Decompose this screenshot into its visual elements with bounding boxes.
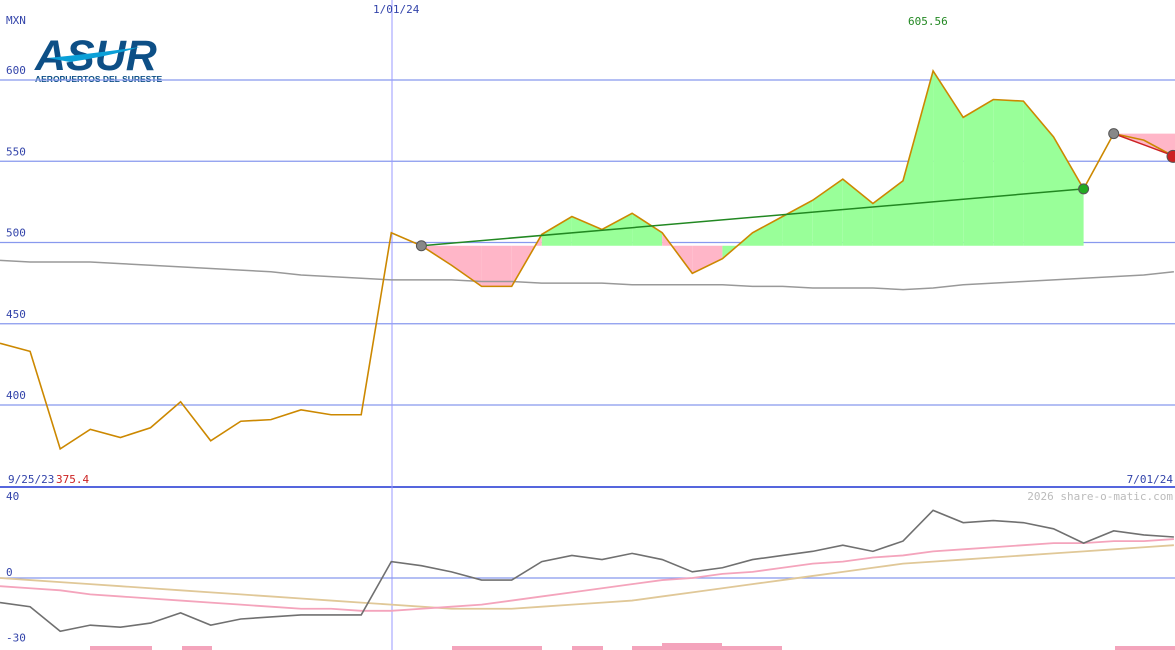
fill-segment-31 <box>933 70 964 246</box>
segment-start-marker <box>1108 128 1120 140</box>
y-tick-label-500: 500 <box>6 227 26 240</box>
signal-fast-line <box>0 538 1174 612</box>
y-tick-label-600: 600 <box>6 64 26 77</box>
osc-bar-7 <box>1115 646 1175 650</box>
y-tick-label-450: 450 <box>6 308 26 321</box>
date-label-start: 9/25/23 <box>8 473 54 486</box>
osc-bar-2 <box>452 646 542 650</box>
fill-segment-29 <box>872 180 903 246</box>
moving-average-line <box>0 259 1174 291</box>
segment-end-marker <box>1166 149 1175 163</box>
fill-segment-32 <box>963 99 994 246</box>
osc-tick-label-0: 0 <box>6 566 13 579</box>
osc-bar-tall <box>662 643 722 650</box>
y-tick-label-400: 400 <box>6 389 26 402</box>
fill-segment-30 <box>903 70 934 246</box>
osc-bar-4 <box>632 646 662 650</box>
fill-segment-26 <box>782 200 813 246</box>
trend-start-marker <box>415 240 427 252</box>
stock-chart: ASUR AEROPUERTOS DEL SURESTE MXN 1/01/24… <box>0 0 1175 650</box>
osc-tick-label--30: -30 <box>6 632 26 645</box>
trend-end-marker <box>1078 183 1090 195</box>
date-label-end: 7/01/24 <box>1127 473 1174 486</box>
high-value-label: 605.56 <box>908 15 948 28</box>
fill-segment-23 <box>692 245 723 274</box>
osc-bar-0 <box>90 646 152 650</box>
fill-segment-34 <box>1023 101 1054 246</box>
currency-label: MXN <box>6 14 26 27</box>
momentum-line <box>0 509 1174 633</box>
copyright-label: 2026 share-o-matic.com <box>1027 490 1173 503</box>
signal-slow-line <box>0 544 1174 610</box>
osc-tick-label-40: 40 <box>6 490 19 503</box>
fill-segment-16 <box>481 245 512 287</box>
fill-segment-28 <box>842 179 873 246</box>
logo-subtitle: AEROPUERTOS DEL SURESTE <box>35 74 163 84</box>
low-value-label: 375.4 <box>56 473 89 486</box>
y-tick-label-550: 550 <box>6 145 26 158</box>
date-label-mid: 1/01/24 <box>373 3 420 16</box>
asur-logo: ASUR AEROPUERTOS DEL SURESTE <box>34 32 163 84</box>
osc-bar-3 <box>572 646 603 650</box>
fill-segment-33 <box>993 99 1024 246</box>
osc-bar-1 <box>182 646 212 650</box>
osc-bar-6 <box>722 646 782 650</box>
